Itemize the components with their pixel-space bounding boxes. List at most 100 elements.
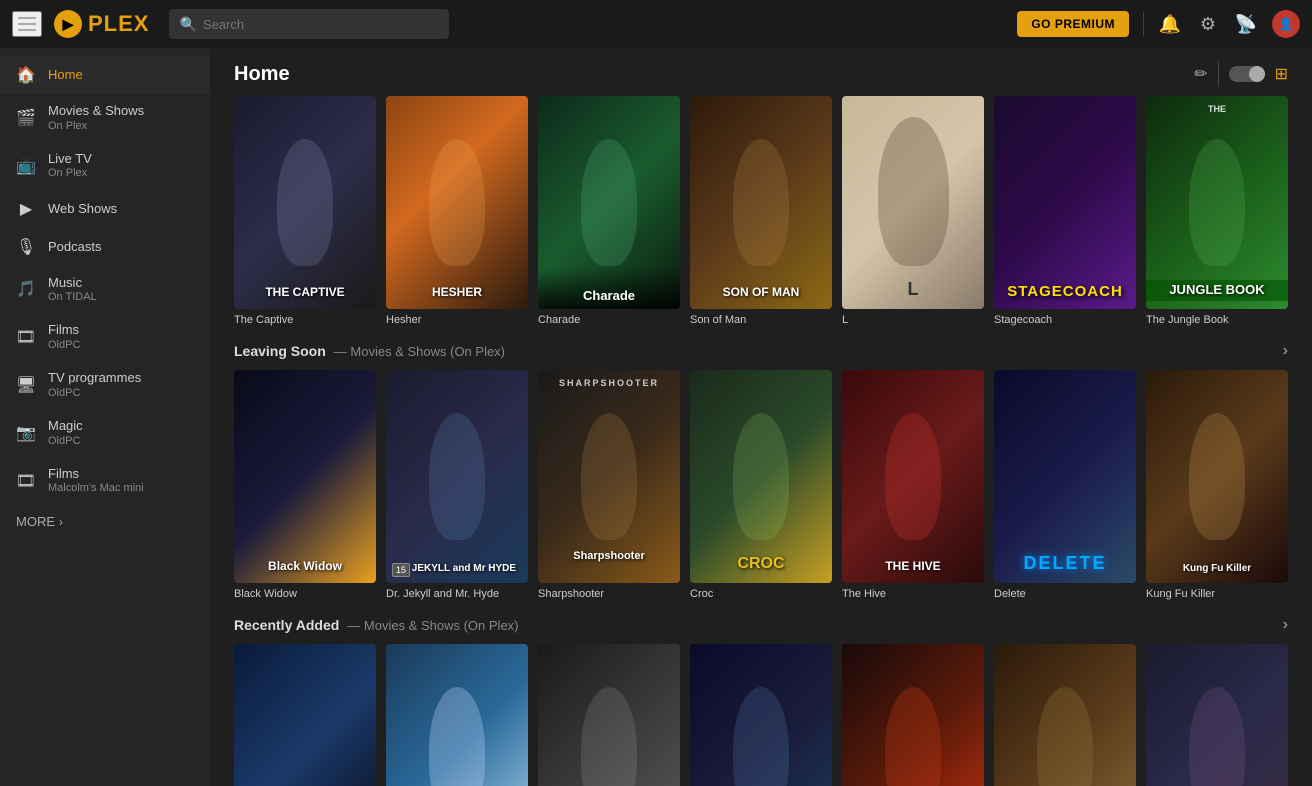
menu-button[interactable] — [12, 11, 42, 37]
movie-card-charade[interactable]: Charade Charade — [538, 96, 680, 326]
topbar-right: GO PREMIUM 🔔 ⚙ 📡 👤 — [1017, 10, 1300, 38]
view-slider[interactable] — [1229, 66, 1265, 82]
sidebar-livetv-sub: On Plex — [48, 167, 92, 180]
leaving-soon-arrow[interactable]: › — [1283, 342, 1288, 360]
recently-added-header: Recently Added — Movies & Shows (On Plex… — [234, 616, 1288, 634]
poster-kungfu: Kung Fu Killer — [1146, 370, 1288, 583]
movie-card-sundown[interactable]: SUNDOWN Sundown — [842, 644, 984, 786]
view-toggle — [1229, 66, 1265, 82]
poster-junglebook: THE JUNGLE BOOK — [1146, 96, 1288, 309]
movie-card-blackwidow[interactable]: Black Widow Black Widow — [234, 370, 376, 600]
movie-title-drjekyll: Dr. Jekyll and Mr. Hyde — [386, 588, 528, 600]
header-divider — [1218, 62, 1219, 86]
movie-card-stagecoach[interactable]: STAGECOACH Stagecoach — [994, 96, 1136, 326]
sidebar-tv-label: TV programmes — [48, 370, 141, 386]
music-icon: 🎵 — [16, 279, 36, 299]
poster-charade: Charade — [538, 96, 680, 309]
sidebar-more[interactable]: MORE › — [0, 504, 210, 539]
movie-card-hesher[interactable]: HESHER Hesher — [386, 96, 528, 326]
sidebar-item-magic[interactable]: 📷 Magic OldPC — [0, 409, 210, 457]
avatar[interactable]: 👤 — [1272, 10, 1300, 38]
movie-title-junglebook: The Jungle Book — [1146, 314, 1288, 326]
edit-icon[interactable]: ✏ — [1194, 64, 1207, 84]
sidebar-item-podcasts[interactable]: 🎙 Podcasts — [0, 228, 210, 266]
search-icon: 🔍 — [179, 16, 196, 33]
movie-title-kungfu: Kung Fu Killer — [1146, 588, 1288, 600]
cast-icon[interactable]: 📡 — [1234, 14, 1258, 35]
app-name: PLEX — [88, 11, 149, 37]
podcasts-icon: 🎙 — [16, 237, 36, 257]
sidebar-podcasts-label: Podcasts — [48, 239, 101, 255]
films-oldpc-icon: 🎞 — [16, 327, 36, 347]
movie-title-sonofman: Son of Man — [690, 314, 832, 326]
topbar: ▶ PLEX 🔍 GO PREMIUM 🔔 ⚙ 📡 👤 — [0, 0, 1312, 48]
movie-card-croc[interactable]: CROC Croc — [690, 370, 832, 600]
movie-card-drjekyll[interactable]: Dr JEKYLL and Mr HYDE 15 Dr. Jekyll and … — [386, 370, 528, 600]
movie-card-ra4[interactable] — [690, 644, 832, 786]
movie-card-lostriver[interactable]: Lost River Lost River — [234, 644, 376, 786]
sidebar-webshows-label: Web Shows — [48, 201, 117, 217]
recently-added-arrow[interactable]: › — [1283, 616, 1288, 634]
poster-delete: DELETE — [994, 370, 1136, 583]
grid-view-icon[interactable]: ⊞ — [1275, 64, 1288, 84]
poster-blackwidow: Black Widow — [234, 370, 376, 583]
poster-hesher: HESHER — [386, 96, 528, 309]
sidebar-item-web-shows[interactable]: ▶ Web Shows — [0, 190, 210, 228]
movie-title-captive: The Captive — [234, 314, 376, 326]
poster-goingoverboard: GOING OVERBOARD — [386, 644, 528, 786]
movie-card-ra3[interactable] — [538, 644, 680, 786]
settings-icon[interactable]: ⚙ — [1196, 14, 1220, 35]
sidebar-item-music[interactable]: 🎵 Music On TIDAL — [0, 266, 210, 314]
movie-title-sharpshooter: Sharpshooter — [538, 588, 680, 600]
section-leaving-soon: Leaving Soon — Movies & Shows (On Plex) … — [210, 342, 1312, 616]
movies-icon: 🎬 — [16, 108, 36, 128]
movie-title-hive: The Hive — [842, 588, 984, 600]
movie-title-delete: Delete — [994, 588, 1136, 600]
discover-icon[interactable]: 🔔 — [1158, 14, 1182, 35]
movie-card-hive[interactable]: THE HIVE The Hive — [842, 370, 984, 600]
poster-captive: THE CAPTIVE — [234, 96, 376, 309]
poster-sharpshooter: SHARPSHOOTER Sharpshooter — [538, 370, 680, 583]
sidebar-movies-label: Movies & Shows — [48, 103, 144, 119]
webshows-icon: ▶ — [16, 199, 36, 219]
sidebar-item-films-oldpc[interactable]: 🎞 Films OldPC — [0, 313, 210, 361]
sidebar-magic-label: Magic — [48, 418, 83, 434]
sidebar-item-live-tv[interactable]: 📺 Live TV On Plex — [0, 142, 210, 190]
movie-title-hesher: Hesher — [386, 314, 528, 326]
sidebar-item-films-malcolm[interactable]: 🎞 Films Malcolm's Mac mini — [0, 457, 210, 505]
topbar-divider — [1143, 12, 1144, 36]
sidebar-films-malcolm-sub: Malcolm's Mac mini — [48, 482, 144, 495]
movie-card-sharpshooter[interactable]: SHARPSHOOTER Sharpshooter Sharpshooter — [538, 370, 680, 600]
movie-card-sounder[interactable]: SOUNDER Sounder — [994, 644, 1136, 786]
sidebar-item-movies-shows[interactable]: 🎬 Movies & Shows On Plex — [0, 94, 210, 142]
sidebar-home-label: Home — [48, 67, 83, 83]
page-title: Home — [234, 63, 290, 86]
movie-card-delete[interactable]: DELETE Delete — [994, 370, 1136, 600]
premium-button[interactable]: GO PREMIUM — [1017, 11, 1129, 37]
movie-title-charade: Charade — [538, 314, 680, 326]
tv-programmes-icon: 🖥 — [16, 375, 36, 395]
sidebar-item-tv-programmes[interactable]: 🖥 TV programmes OldPC — [0, 361, 210, 409]
movie-title-blackwidow: Black Widow — [234, 588, 376, 600]
movie-card-junglebook[interactable]: THE JUNGLE BOOK The Jungle Book — [1146, 96, 1288, 326]
movie-title-stagecoach: Stagecoach — [994, 314, 1136, 326]
sidebar-item-home[interactable]: 🏠 Home — [0, 56, 210, 94]
search-input[interactable] — [203, 17, 440, 32]
home-icon: 🏠 — [16, 65, 36, 85]
movie-card-sonofman[interactable]: SON OF MAN Son of Man — [690, 96, 832, 326]
movie-card-kungfu[interactable]: Kung Fu Killer Kung Fu Killer — [1146, 370, 1288, 600]
leaving-soon-header: Leaving Soon — Movies & Shows (On Plex) … — [234, 342, 1288, 360]
movie-card-captive[interactable]: THE CAPTIVE The Captive — [234, 96, 376, 326]
movie-card-ra7[interactable] — [1146, 644, 1288, 786]
movie-card-goingoverboard[interactable]: GOING OVERBOARD Going Overboard — [386, 644, 528, 786]
plex-icon: ▶ — [54, 10, 82, 38]
movie-card-l[interactable]: L L — [842, 96, 984, 326]
sidebar-music-label: Music — [48, 275, 97, 291]
leaving-soon-title: Leaving Soon — [234, 343, 326, 359]
section-recently-added: Recently Added — Movies & Shows (On Plex… — [210, 616, 1312, 786]
films-malcolm-icon: 🎞 — [16, 471, 36, 491]
search-bar[interactable]: 🔍 — [169, 9, 449, 39]
recently-added-subtitle: — Movies & Shows (On Plex) — [347, 618, 518, 633]
sidebar-livetv-label: Live TV — [48, 151, 92, 167]
sidebar-music-sub: On TIDAL — [48, 291, 97, 304]
